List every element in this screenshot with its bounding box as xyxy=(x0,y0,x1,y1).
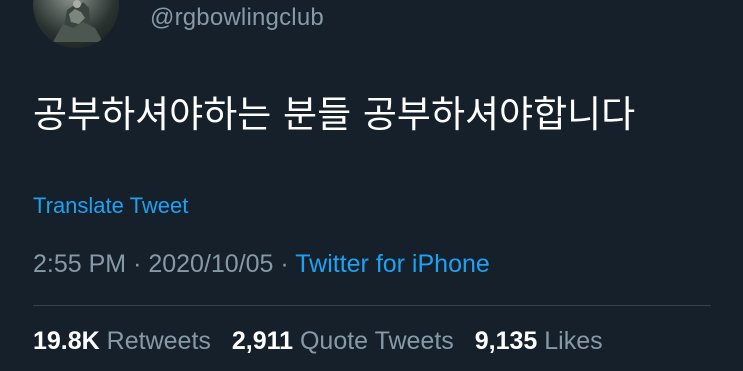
quote-tweets-stat[interactable]: 2,911 Quote Tweets xyxy=(232,327,461,355)
likes-stat[interactable]: 9,135 Likes xyxy=(475,327,603,355)
tweet-detail: @rgbowlingclub 공부하셔야하는 분들 공부하셔야합니다 Trans… xyxy=(0,0,743,371)
likes-count: 9,135 xyxy=(474,327,538,355)
meta-separator: · xyxy=(280,250,289,278)
tweet-metadata: 2:55 PM · 2020/10/05 · Twitter for iPhon… xyxy=(33,250,490,279)
retweets-stat[interactable]: 19.8K Retweets xyxy=(33,327,218,355)
likes-label: Likes xyxy=(544,327,603,355)
tweet-source-link[interactable]: Twitter for iPhone xyxy=(295,250,490,278)
quote-tweets-label: Quote Tweets xyxy=(299,327,454,355)
tweet-author: @rgbowlingclub xyxy=(33,0,713,50)
translate-tweet-link[interactable]: Translate Tweet xyxy=(33,193,188,219)
author-handle[interactable]: @rgbowlingclub xyxy=(150,4,324,32)
tweet-date[interactable]: 2020/10/05 xyxy=(148,250,273,278)
tweet-text: 공부하셔야하는 분들 공부하셔야합니다 xyxy=(33,93,636,136)
tweet-time[interactable]: 2:55 PM xyxy=(33,250,126,278)
quote-tweets-count: 2,911 xyxy=(231,327,294,355)
avatar[interactable] xyxy=(33,0,119,48)
retweets-count: 19.8K xyxy=(33,327,100,355)
retweets-label: Retweets xyxy=(106,327,211,355)
divider xyxy=(33,305,711,306)
tweet-stats: 19.8K Retweets 2,911 Quote Tweets 9,135 … xyxy=(33,327,617,356)
meta-separator: · xyxy=(133,250,142,278)
avatar-image-icon xyxy=(53,0,103,42)
